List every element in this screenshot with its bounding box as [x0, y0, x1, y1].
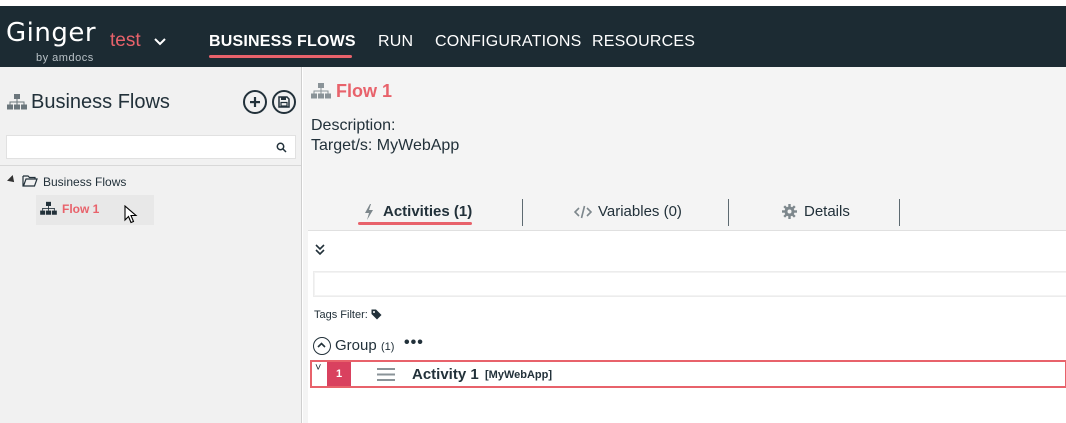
flow-description: Description: — [311, 117, 396, 134]
double-chevron-down-icon[interactable] — [314, 243, 326, 257]
activity-name: Activity 1 — [412, 366, 479, 383]
flow-tree-icon — [311, 83, 331, 99]
nav-resources[interactable]: RESOURCES — [592, 33, 695, 51]
activities-list-area: Tags Filter: Group (1) ••• ˅ 1 Activity … — [308, 230, 1066, 423]
flows-search-input[interactable] — [6, 135, 296, 159]
tree-root-business-flows[interactable]: Business Flows — [43, 175, 126, 189]
tag-icon[interactable] — [371, 309, 382, 320]
tab-active-underline — [358, 222, 472, 225]
flow-targets: Target/s: MyWebApp — [311, 137, 460, 154]
drag-handle-icon[interactable] — [377, 367, 395, 382]
group-count: (1) — [381, 341, 395, 353]
code-icon — [574, 205, 592, 219]
flow-title: Flow 1 — [336, 81, 393, 101]
panel-title: Business Flows — [31, 91, 170, 113]
activity-target-app: [MyWebApp] — [485, 369, 553, 381]
flow-tree-icon — [7, 94, 27, 110]
logo-subtitle: by amdocs — [36, 52, 94, 64]
tab-divider — [899, 199, 900, 226]
activities-filter-input[interactable] — [313, 271, 1066, 297]
tree-item-label: Flow 1 — [62, 202, 100, 216]
add-flow-button[interactable] — [243, 90, 267, 114]
nav-business-flows[interactable]: BUSINESS FLOWS — [209, 33, 356, 51]
chevron-up-icon — [317, 342, 326, 348]
group-more-options-button[interactable]: ••• — [404, 334, 424, 352]
folder-open-icon — [22, 175, 38, 187]
save-flow-button[interactable] — [272, 90, 296, 114]
tab-activities[interactable]: Activities (1) — [383, 203, 472, 220]
nav-run[interactable]: RUN — [378, 33, 413, 51]
activity-row[interactable]: ˅ 1 Activity 1 [MyWebApp] — [310, 360, 1066, 388]
group-label: Group — [335, 337, 377, 354]
tree-collapse-arrow-icon[interactable] — [7, 175, 17, 185]
tab-details[interactable]: Details — [804, 203, 850, 220]
group-collapse-button[interactable] — [313, 337, 331, 355]
tags-filter-label: Tags Filter: — [314, 309, 368, 321]
nav-active-underline — [209, 55, 352, 58]
lightning-icon — [365, 204, 373, 220]
ginger-logo: Ginger — [6, 18, 97, 48]
activity-number-badge: 1 — [327, 362, 351, 386]
tab-variables[interactable]: Variables (0) — [598, 203, 682, 220]
flow-editor: Flow 1 Description: Target/s: MyWebApp A… — [303, 67, 1066, 423]
tab-divider — [522, 199, 523, 226]
tab-divider — [728, 199, 729, 226]
flow-tree-icon — [40, 201, 57, 215]
business-flows-panel: Business Flows Business Flows Flow 1 — [0, 67, 302, 423]
top-navigation-bar: Ginger by amdocs test BUSINESS FLOWS RUN… — [0, 6, 1066, 67]
plus-icon — [250, 97, 260, 107]
gear-icon — [782, 204, 797, 219]
mouse-pointer-icon — [124, 205, 138, 224]
solution-selector[interactable]: test — [110, 30, 141, 52]
search-icon[interactable] — [276, 142, 287, 153]
save-icon — [278, 96, 290, 108]
activity-expand-toggle[interactable]: ˅ — [315, 362, 321, 374]
panel-divider — [0, 165, 301, 166]
chevron-down-icon[interactable] — [153, 34, 167, 48]
nav-configurations[interactable]: CONFIGURATIONS — [435, 33, 582, 51]
